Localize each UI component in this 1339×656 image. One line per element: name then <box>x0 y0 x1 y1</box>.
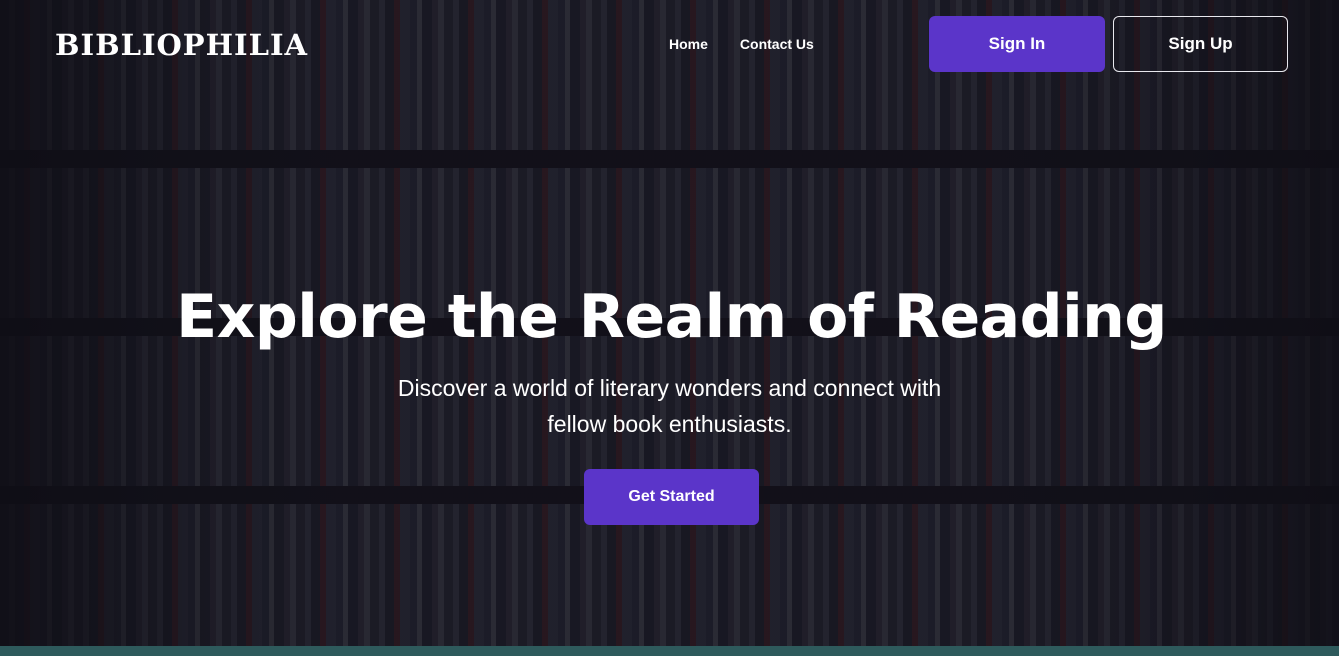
taskbar-strip <box>0 646 1339 656</box>
site-logo[interactable]: BIBLIOPHILIA <box>55 28 308 62</box>
sign-up-button[interactable]: Sign Up <box>1113 16 1288 72</box>
main-nav: Home Contact Us <box>669 36 814 52</box>
landing-page: BIBLIOPHILIA Home Contact Us Sign In Sig… <box>0 0 1339 656</box>
get-started-button[interactable]: Get Started <box>584 469 759 525</box>
hero-section: Explore the Realm of Reading Discover a … <box>0 280 1339 442</box>
nav-link-contact-us[interactable]: Contact Us <box>740 36 814 52</box>
hero-title: Explore the Realm of Reading <box>176 282 1167 352</box>
sign-in-button[interactable]: Sign In <box>929 16 1105 72</box>
nav-link-home[interactable]: Home <box>669 36 708 52</box>
hero-subtitle: Discover a world of literary wonders and… <box>397 375 942 437</box>
